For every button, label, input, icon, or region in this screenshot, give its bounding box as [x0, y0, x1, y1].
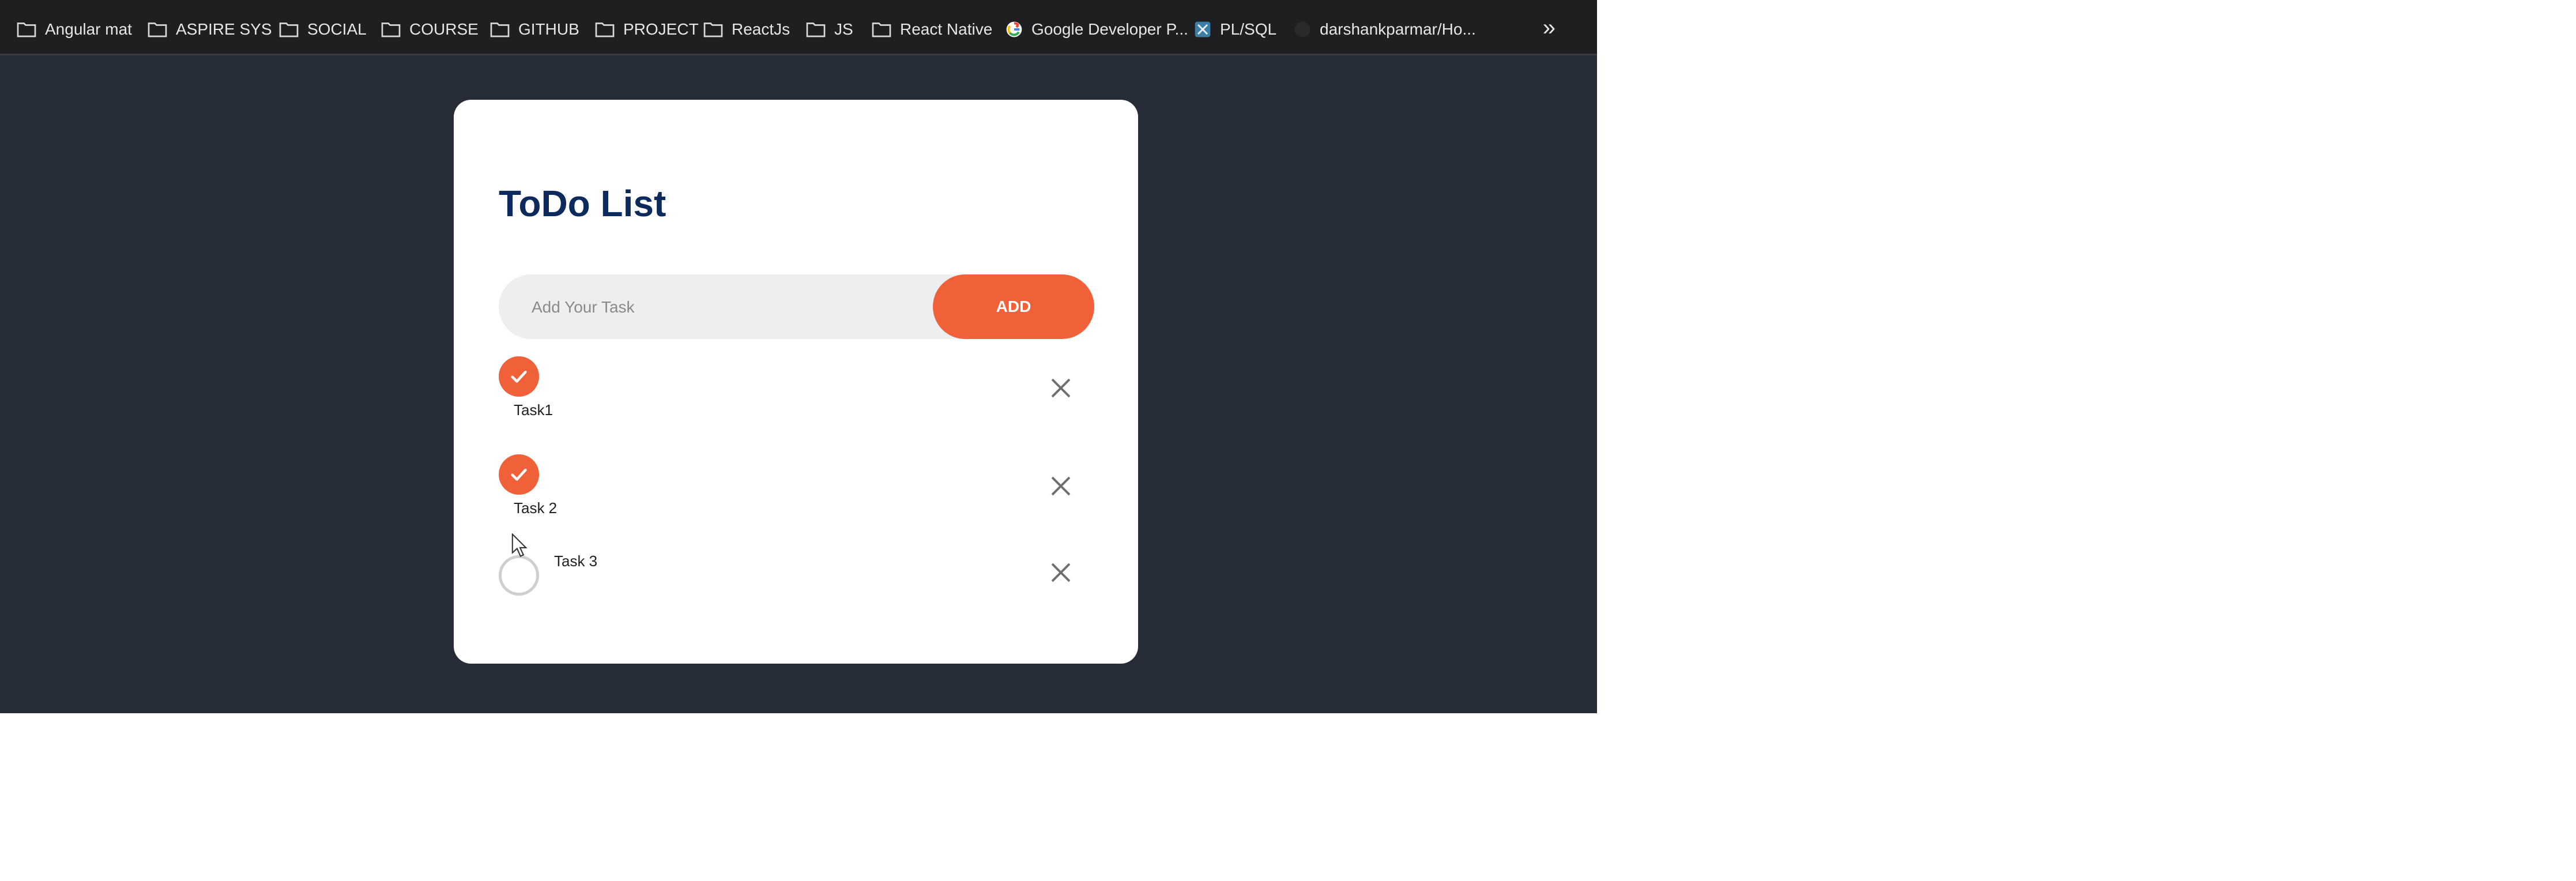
task-label[interactable]: Task1	[514, 401, 553, 419]
folder-icon	[806, 22, 826, 37]
folder-icon	[595, 22, 615, 37]
bookmark-label: JS	[834, 20, 853, 38]
bookmark-label: PL/SQL	[1220, 20, 1277, 38]
bookmark-label: SOCIAL	[307, 20, 367, 38]
bookmark-label: ASPIRE SYS	[176, 20, 272, 38]
page-title: ToDo List	[499, 183, 666, 224]
bookmark-label: GITHUB	[518, 20, 579, 38]
bookmark-course[interactable]: COURSE	[381, 18, 479, 41]
folder-icon	[381, 22, 401, 37]
folder-icon	[148, 22, 167, 37]
task-checkbox-checked[interactable]	[499, 356, 539, 397]
bookmarks-overflow-chevron[interactable]: »	[1543, 15, 1556, 41]
bookmark-label: PROJECT	[623, 20, 699, 38]
mouse-pointer-icon	[511, 533, 528, 557]
task-input[interactable]	[530, 274, 913, 340]
google-icon	[1006, 21, 1022, 37]
task-label[interactable]: Task 3	[554, 552, 597, 570]
task-input-row: ADD	[499, 274, 1094, 340]
bookmark-angular-mat[interactable]: Angular mat	[16, 18, 132, 41]
bookmark-plsql[interactable]: PL/SQL	[1193, 18, 1276, 41]
bookmark-label: ReactJs	[732, 20, 790, 38]
bookmark-github[interactable]: GITHUB	[489, 18, 579, 41]
add-button[interactable]: ADD	[933, 274, 1094, 339]
bookmark-label: Angular mat	[45, 20, 132, 38]
bookmarks-bar: Angular mat ASPIRE SYS SOCIAL COURSE GIT…	[0, 0, 1597, 55]
task-label[interactable]: Task 2	[514, 499, 557, 517]
bookmark-darshankparmar[interactable]: darshankparmar/Ho...	[1293, 18, 1476, 41]
task-checkbox-checked[interactable]	[499, 454, 539, 495]
bookmark-label: React Native	[900, 20, 993, 38]
folder-icon	[490, 22, 510, 37]
bookmark-label: Google Developer P...	[1031, 20, 1188, 38]
checkmark-icon	[511, 468, 527, 481]
checkmark-icon	[511, 370, 527, 383]
bookmark-js[interactable]: JS	[805, 18, 853, 41]
bookmark-label: darshankparmar/Ho...	[1320, 20, 1476, 38]
close-icon[interactable]	[1049, 475, 1072, 498]
bookmark-aspire-sys[interactable]: ASPIRE SYS	[147, 18, 272, 41]
plsql-icon	[1195, 21, 1211, 37]
github-icon	[1294, 21, 1310, 37]
folder-icon	[279, 22, 299, 37]
close-icon[interactable]	[1049, 377, 1072, 400]
folder-icon	[872, 22, 891, 37]
todo-card: ToDo List ADD Task1 Task 2 Task 3	[454, 100, 1138, 664]
bookmark-label: COURSE	[409, 20, 479, 38]
screenshot-area: Angular mat ASPIRE SYS SOCIAL COURSE GIT…	[0, 0, 1597, 713]
task-checkbox-unchecked[interactable]	[499, 555, 539, 596]
bookmark-react-native[interactable]: React Native	[871, 18, 992, 41]
bookmark-project[interactable]: PROJECT	[594, 18, 699, 41]
bookmark-google-developer[interactable]: Google Developer P...	[1005, 18, 1188, 41]
bookmark-reactjs[interactable]: ReactJs	[703, 18, 790, 41]
close-icon[interactable]	[1049, 561, 1072, 584]
folder-icon	[703, 22, 723, 37]
folder-icon	[17, 22, 36, 37]
bookmark-social[interactable]: SOCIAL	[278, 18, 367, 41]
